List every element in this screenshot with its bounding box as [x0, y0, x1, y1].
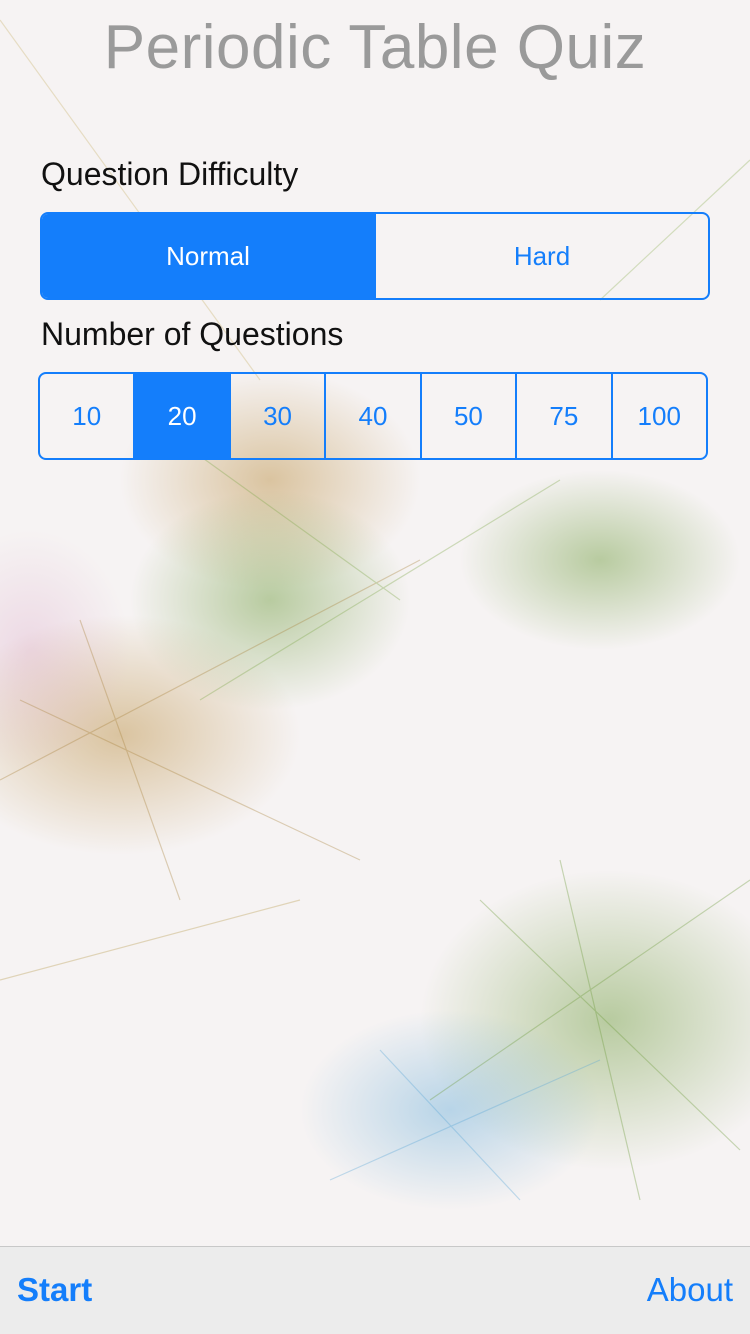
start-button[interactable]: Start — [17, 1271, 92, 1309]
difficulty-label: Question Difficulty — [41, 156, 299, 192]
difficulty-option-normal[interactable]: Normal — [42, 214, 374, 298]
count-option-20[interactable]: 20 — [133, 374, 229, 458]
question-count-segmented-control: 10 20 30 40 50 75 100 — [38, 372, 708, 460]
count-option-50[interactable]: 50 — [419, 374, 515, 458]
count-option-10[interactable]: 10 — [40, 374, 133, 458]
difficulty-segmented-control: Normal Hard — [40, 212, 710, 300]
count-option-75[interactable]: 75 — [515, 374, 610, 458]
count-option-30[interactable]: 30 — [228, 374, 324, 458]
about-button[interactable]: About — [647, 1271, 733, 1309]
bottom-toolbar: Start About — [0, 1246, 750, 1334]
page-title: Periodic Table Quiz — [103, 13, 647, 82]
count-option-100[interactable]: 100 — [610, 374, 706, 458]
question-count-label: Number of Questions — [41, 316, 344, 352]
difficulty-option-hard[interactable]: Hard — [374, 214, 708, 298]
quiz-settings-screen: Periodic Table Quiz Question Difficulty … — [0, 0, 750, 1334]
count-option-40[interactable]: 40 — [324, 374, 419, 458]
